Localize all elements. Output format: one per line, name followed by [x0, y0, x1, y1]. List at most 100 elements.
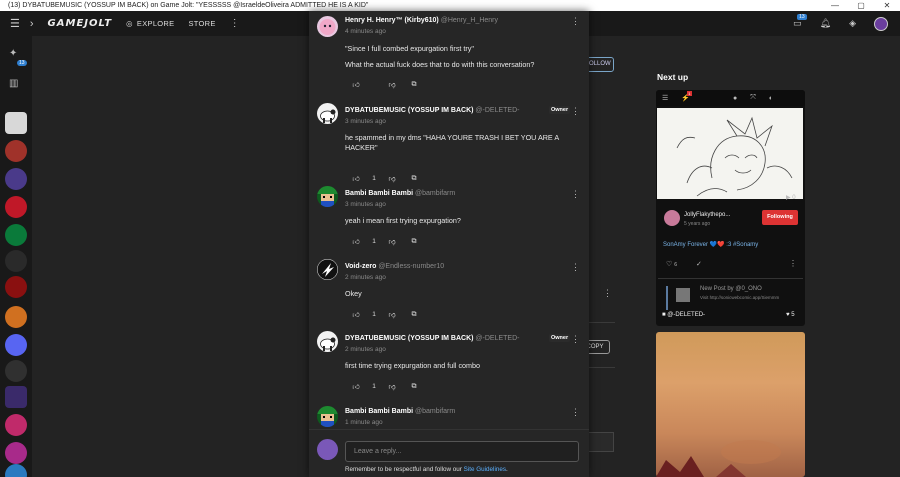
- guidelines-note: Remember to be respectful and follow our…: [345, 466, 508, 473]
- dislike-icon[interactable]: 👎︎: [385, 80, 399, 89]
- comment-time: 3 minutes ago: [345, 118, 386, 125]
- site-guidelines-link[interactable]: Site Guidelines: [464, 466, 506, 473]
- reply-icon[interactable]: ⧉: [407, 383, 421, 391]
- like-icon[interactable]: 👍︎: [349, 382, 363, 391]
- next-up-card[interactable]: ☰ ⚡ 1 ● ⤧ ◐ ▶ 0 JollyFlakythepo... 5 year…: [656, 90, 805, 326]
- user-avatar[interactable]: [874, 16, 888, 31]
- card-more-icon[interactable]: ⋮: [789, 259, 797, 268]
- sidebar-community-5[interactable]: [5, 224, 27, 246]
- sidebar-community-11[interactable]: [5, 386, 27, 408]
- list-icon[interactable]: ☰: [662, 94, 668, 102]
- current-user-avatar: [317, 439, 338, 460]
- like-icon[interactable]: 👍︎: [349, 174, 363, 183]
- card-comment-icon[interactable]: ✓: [696, 260, 702, 268]
- reply-input[interactable]: Leave a reply...: [345, 441, 579, 462]
- sidebar-community-1[interactable]: [5, 112, 27, 134]
- dislike-icon[interactable]: 👎︎: [385, 310, 399, 319]
- like-count: 1: [372, 238, 376, 245]
- username[interactable]: @Endless-number10: [378, 263, 444, 270]
- reply-icon[interactable]: ⧉: [407, 311, 421, 319]
- commenter-name[interactable]: Henry H. Henry™ (Kirby610) @Henry_H_Henr…: [345, 17, 498, 24]
- commenter-avatar[interactable]: [317, 406, 338, 427]
- commenter-name[interactable]: DYBATUBEMUSIC (YOSSUP IM BACK) @-DELETED…: [345, 335, 519, 342]
- expand-icon[interactable]: ⤧: [750, 94, 756, 102]
- username[interactable]: @bambifarm: [415, 408, 455, 415]
- store-link[interactable]: STORE: [188, 19, 215, 28]
- embedded-post[interactable]: New Post by @0_ONO Visit http://sonicweb…: [666, 286, 803, 310]
- activity-icon[interactable]: ◈: [849, 18, 856, 29]
- dislike-icon[interactable]: 👎︎: [385, 237, 399, 246]
- sidebar-community-7[interactable]: [5, 276, 27, 298]
- bg-input-box: [589, 432, 614, 452]
- dislike-icon[interactable]: 👎︎: [385, 174, 399, 183]
- comment-menu-icon[interactable]: ⋮: [571, 263, 580, 272]
- following-button[interactable]: Following: [762, 210, 798, 225]
- reply-icon[interactable]: ⧉: [407, 238, 421, 246]
- reply-icon[interactable]: ⧉: [407, 175, 421, 183]
- commenter-avatar[interactable]: [317, 186, 338, 207]
- commenter-avatar[interactable]: [317, 16, 338, 37]
- chevron-right-icon[interactable]: ›: [30, 18, 34, 30]
- gamepad-icon[interactable]: ◐: [769, 95, 773, 102]
- sidebar-community-2[interactable]: [5, 140, 27, 162]
- like-icon[interactable]: 👍︎: [349, 310, 363, 319]
- author-avatar[interactable]: [664, 210, 680, 226]
- username[interactable]: @Henry_H_Henry: [441, 17, 498, 24]
- post-menu-icon[interactable]: ⋮: [603, 288, 612, 299]
- username[interactable]: @-DELETED-: [475, 107, 519, 114]
- display-name[interactable]: Void-zero: [345, 263, 376, 270]
- compass-icon: ◎: [126, 19, 133, 28]
- author-name[interactable]: JollyFlakythepo...: [684, 212, 730, 218]
- like-icon[interactable]: 👍︎: [349, 237, 363, 246]
- close-button[interactable]: ✕: [874, 0, 900, 11]
- display-name[interactable]: Bambi Bambi Bambi: [345, 190, 413, 197]
- bell-icon[interactable]: 🔔︎: [820, 18, 831, 29]
- display-name[interactable]: DYBATUBEMUSIC (YOSSUP IM BACK): [345, 335, 473, 342]
- commenter-name[interactable]: Bambi Bambi Bambi @bambifarm: [345, 408, 455, 415]
- sidebar-community-6[interactable]: [5, 250, 27, 272]
- maximize-button[interactable]: ▢: [848, 0, 874, 11]
- next-up-card-2[interactable]: [656, 332, 805, 477]
- comment-actions: 👍︎ 1 👎︎ ⧉: [349, 310, 421, 320]
- sidebar-community-12[interactable]: [5, 414, 27, 436]
- comment-menu-icon[interactable]: ⋮: [571, 107, 580, 116]
- commenter-avatar[interactable]: [317, 259, 338, 280]
- explore-link[interactable]: ◎ EXPLORE: [126, 19, 174, 28]
- comment-menu-icon[interactable]: ⋮: [571, 408, 580, 417]
- sidebar-community-8[interactable]: [5, 306, 27, 328]
- sidebar-community-13[interactable]: [5, 442, 27, 464]
- dislike-icon[interactable]: 👎︎: [385, 382, 399, 391]
- sidebar-community-3[interactable]: [5, 168, 27, 190]
- more-menu-icon[interactable]: ⋮: [230, 18, 240, 29]
- library-icon[interactable]: ▥: [9, 78, 18, 89]
- display-name[interactable]: Bambi Bambi Bambi: [345, 408, 413, 415]
- commenter-name[interactable]: Void-zero @Endless-number10: [345, 263, 444, 270]
- menu-icon[interactable]: ☰: [10, 17, 20, 30]
- sidebar-community-14[interactable]: [5, 464, 27, 477]
- notification-icon[interactable]: ●: [733, 95, 737, 102]
- username[interactable]: @-DELETED-: [475, 335, 519, 342]
- reply-icon[interactable]: ⧉: [407, 81, 421, 89]
- sidebar-community-9[interactable]: [5, 334, 27, 356]
- minimize-button[interactable]: —: [822, 0, 848, 11]
- username[interactable]: @bambifarm: [415, 190, 455, 197]
- sidebar-community-4[interactable]: [5, 196, 27, 218]
- commenter-name[interactable]: DYBATUBEMUSIC (YOSSUP IM BACK) @-DELETED…: [345, 107, 519, 114]
- comment-menu-icon[interactable]: ⋮: [571, 17, 580, 26]
- like-icon[interactable]: 👍︎: [349, 80, 363, 89]
- community-sidebar: ✦ 13 ▥: [0, 36, 32, 477]
- commenter-name[interactable]: Bambi Bambi Bambi @bambifarm: [345, 190, 455, 197]
- flame-icon[interactable]: ⚡ 1: [681, 91, 692, 102]
- joystick-icon[interactable]: ✦: [9, 48, 17, 59]
- display-name[interactable]: DYBATUBEMUSIC (YOSSUP IM BACK): [345, 107, 473, 114]
- commenter-avatar[interactable]: [317, 103, 338, 124]
- gamejolt-logo[interactable]: GAMEJOLT: [48, 18, 113, 29]
- inbox-icon[interactable]: ▭ 13: [793, 14, 807, 29]
- display-name[interactable]: Henry H. Henry™ (Kirby610): [345, 17, 439, 24]
- explore-label: EXPLORE: [136, 19, 175, 28]
- sidebar-community-10[interactable]: [5, 360, 27, 382]
- commenter-avatar[interactable]: [317, 331, 338, 352]
- comment-menu-icon[interactable]: ⋮: [571, 190, 580, 199]
- card-like-icon[interactable]: ♡ 6: [666, 260, 677, 268]
- comment-menu-icon[interactable]: ⋮: [571, 335, 580, 344]
